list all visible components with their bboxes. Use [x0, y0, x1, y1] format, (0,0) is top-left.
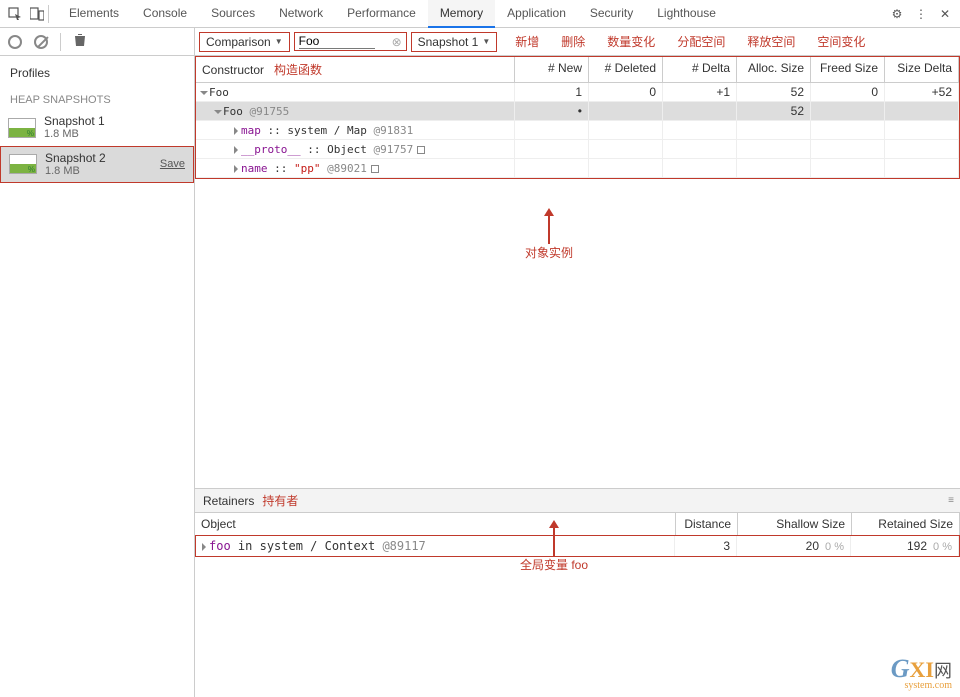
device-icon[interactable]	[26, 3, 48, 25]
profiles-title: Profiles	[0, 56, 194, 86]
tab-application[interactable]: Application	[495, 0, 578, 28]
annotation-globalvar: 全局变量 foo	[520, 520, 588, 573]
tab-sources[interactable]: Sources	[199, 0, 267, 28]
tab-network[interactable]: Network	[267, 0, 335, 28]
filter-input[interactable]	[299, 34, 375, 49]
th-retained[interactable]: Retained Size	[852, 513, 960, 535]
th-shallow[interactable]: Shallow Size	[738, 513, 852, 535]
snapshot-item[interactable]: Snapshot 21.8 MBSave	[0, 146, 194, 184]
tab-performance[interactable]: Performance	[335, 0, 428, 28]
save-link[interactable]: Save	[160, 158, 185, 170]
snapshot-thumb-icon	[8, 118, 36, 138]
retainers-menu-icon[interactable]: ≡	[948, 495, 954, 506]
th-freed[interactable]: Freed Size	[811, 57, 885, 82]
clear-filter-icon[interactable]: ⊗	[392, 35, 402, 49]
annotation-instance: 对象实例	[525, 208, 573, 261]
table-row[interactable]: map :: system / Map @91831	[196, 121, 959, 140]
table-row[interactable]: Foo10+1520+52	[196, 83, 959, 102]
th-constructor[interactable]: Constructor	[202, 63, 264, 77]
th-sized[interactable]: Size Delta	[885, 57, 959, 82]
tab-security[interactable]: Security	[578, 0, 645, 28]
tab-console[interactable]: Console	[131, 0, 199, 28]
inspect-icon[interactable]	[4, 3, 26, 25]
snapshot-item[interactable]: Snapshot 11.8 MB	[0, 110, 194, 146]
table-row[interactable]: __proto__ :: Object @91757	[196, 140, 959, 159]
comparison-table: Constructor构造函数 # New # Deleted # Delta …	[195, 56, 960, 179]
tab-elements[interactable]: Elements	[57, 0, 131, 28]
th-object[interactable]: Object	[195, 513, 676, 535]
delete-icon[interactable]	[73, 33, 87, 50]
th-deleted[interactable]: # Deleted	[589, 57, 663, 82]
table-row[interactable]: Foo @91755•52	[196, 102, 959, 121]
snapshot-thumb-icon	[9, 154, 37, 174]
clear-icon[interactable]	[34, 35, 48, 49]
table-row[interactable]: name :: "pp" @89021	[196, 159, 959, 178]
snapshot-list: Snapshot 11.8 MBSnapshot 21.8 MBSave	[0, 110, 194, 183]
legend: 新增删除数量变化分配空间释放空间空间变化	[515, 33, 865, 50]
heap-snapshots-label: HEAP SNAPSHOTS	[0, 86, 194, 110]
devtools-tabs: ElementsConsoleSourcesNetworkPerformance…	[57, 0, 886, 28]
settings-icon[interactable]: ⚙	[886, 3, 908, 25]
base-dropdown[interactable]: Snapshot 1▼	[411, 32, 498, 52]
close-icon[interactable]: ✕	[934, 3, 956, 25]
th-distance[interactable]: Distance	[676, 513, 738, 535]
th-delta[interactable]: # Delta	[663, 57, 737, 82]
th-new[interactable]: # New	[515, 57, 589, 82]
tab-memory[interactable]: Memory	[428, 0, 495, 28]
class-filter[interactable]: ⊗	[294, 32, 407, 51]
more-icon[interactable]: ⋮	[910, 3, 932, 25]
record-icon[interactable]	[8, 35, 22, 49]
th-alloc[interactable]: Alloc. Size	[737, 57, 811, 82]
view-dropdown[interactable]: Comparison▼	[199, 32, 290, 52]
retainers-header: Retainers持有者 ≡	[195, 488, 960, 513]
watermark: GXI网 system.com	[891, 654, 952, 691]
tab-lighthouse[interactable]: Lighthouse	[645, 0, 728, 28]
